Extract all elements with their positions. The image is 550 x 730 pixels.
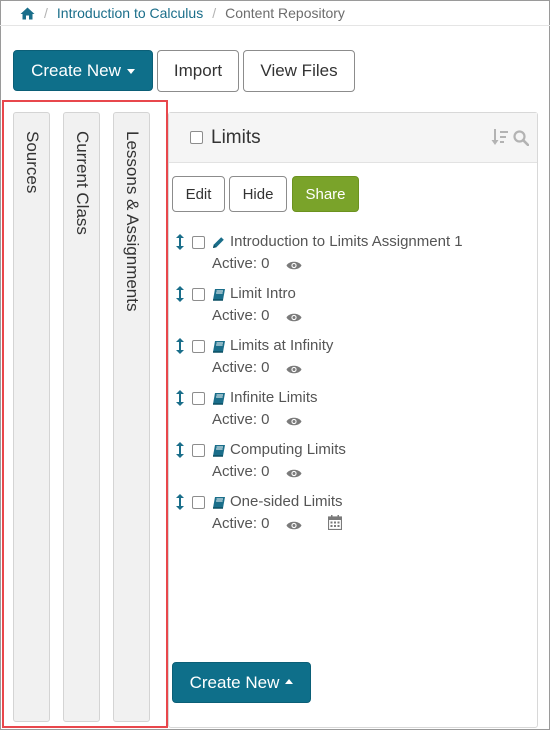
breadcrumb-divider [0,25,550,26]
book-icon [212,392,226,410]
item-active-count: Active: 0 [212,359,270,376]
drag-handle-icon[interactable] [176,442,184,463]
book-icon [212,288,226,306]
item-checkbox[interactable] [192,496,205,509]
item-title-link[interactable]: Limit Intro [230,285,296,302]
tab-sources-label: Sources [23,131,42,194]
item-checkbox[interactable] [192,444,205,457]
item-title-link[interactable]: One-sided Limits [230,493,343,510]
view-files-button[interactable]: View Files [243,50,355,92]
tab-lessons-assignments[interactable]: Lessons & Assignments [113,112,150,722]
breadcrumb-separator: / [212,5,217,21]
edit-button[interactable]: Edit [172,176,225,212]
breadcrumb-separator: / [44,5,48,21]
book-icon [212,444,226,462]
create-new-label: Create New [31,60,121,80]
item-checkbox[interactable] [192,236,205,249]
drag-handle-icon[interactable] [176,286,184,307]
content-item[interactable]: Introduction to Limits Assignment 1 Activ… [169,231,537,283]
breadcrumb-course-link[interactable]: Introduction to Calculus [57,5,203,21]
home-icon[interactable] [20,7,35,20]
book-icon [212,496,226,514]
caret-down-icon [126,69,135,74]
edit-label: Edit [185,185,212,203]
item-active-count: Active: 0 [212,255,270,272]
eye-icon[interactable] [286,362,302,380]
item-active-count: Active: 0 [212,463,270,480]
item-active-count: Active: 0 [212,411,270,428]
content-item[interactable]: Limits at Infinity Active: 0 [169,335,537,387]
share-button[interactable]: Share [292,176,359,212]
pencil-icon [212,236,225,254]
search-icon[interactable] [513,130,530,151]
panel-title: Limits [211,127,261,148]
drag-handle-icon[interactable] [176,494,184,515]
item-active-count: Active: 0 [212,515,270,532]
select-all-checkbox[interactable] [190,131,203,144]
content-panel: Limits Edit Hide Share Introduction to L… [168,112,538,728]
drag-handle-icon[interactable] [176,338,184,359]
item-title-link[interactable]: Introduction to Limits Assignment 1 [230,233,463,250]
content-item[interactable]: Infinite Limits Active: 0 [169,387,537,439]
item-title-link[interactable]: Limits at Infinity [230,337,333,354]
item-title-link[interactable]: Infinite Limits [230,389,318,406]
calendar-icon[interactable] [327,515,343,535]
content-item[interactable]: Computing Limits Active: 0 [169,439,537,491]
eye-icon[interactable] [286,258,302,276]
item-checkbox[interactable] [192,288,205,301]
eye-icon[interactable] [286,518,302,536]
caret-up-icon [285,679,294,684]
bottom-create-new-dropup-button[interactable]: Create New [172,662,311,703]
tab-sources[interactable]: Sources [13,112,50,722]
drag-handle-icon[interactable] [176,234,184,255]
content-item[interactable]: Limit Intro Active: 0 [169,283,537,335]
bottom-create-new-label: Create New [189,672,280,692]
hide-label: Hide [242,185,274,203]
panel-header: Limits [169,113,537,163]
item-checkbox[interactable] [192,340,205,353]
sort-icon[interactable] [491,128,509,151]
import-button[interactable]: Import [157,50,239,92]
content-item[interactable]: One-sided Limits Active: 0 [169,491,537,543]
breadcrumb-current-page: Content Repository [225,5,345,21]
import-label: Import [173,61,223,80]
view-files-label: View Files [260,61,338,80]
tab-current-class-label: Current Class [73,131,92,235]
hide-button[interactable]: Hide [229,176,287,212]
drag-handle-icon[interactable] [176,390,184,411]
book-icon [212,340,226,358]
breadcrumb: / Introduction to Calculus / Content Rep… [20,3,345,23]
eye-icon[interactable] [286,466,302,484]
create-new-dropdown-button[interactable]: Create New [13,50,153,91]
share-label: Share [305,185,346,203]
tab-current-class[interactable]: Current Class [63,112,100,722]
content-item-list: Introduction to Limits Assignment 1 Activ… [169,231,537,543]
item-title-link[interactable]: Computing Limits [230,441,346,458]
item-checkbox[interactable] [192,392,205,405]
eye-icon[interactable] [286,310,302,328]
eye-icon[interactable] [286,414,302,432]
tab-lessons-assignments-label: Lessons & Assignments [123,131,142,312]
item-active-count: Active: 0 [212,307,270,324]
